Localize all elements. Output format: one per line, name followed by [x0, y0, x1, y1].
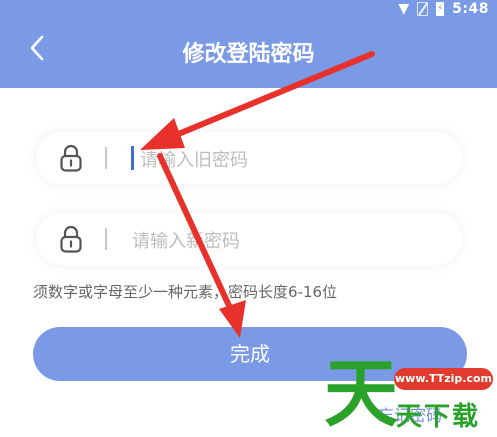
- text-cursor: [131, 146, 134, 170]
- page-title: 修改登陆密码: [182, 42, 315, 67]
- watermark-logo: 天 www.TTzip.com 天下载: [320, 352, 497, 436]
- new-password-placeholder: 请输入新密码: [132, 231, 240, 252]
- old-password-field[interactable]: 请输入旧密码: [36, 132, 462, 184]
- status-time: 5:48: [452, 1, 489, 17]
- no-sim-icon: [417, 2, 429, 16]
- status-bar: ▼ ⚡ 5:48: [398, 0, 489, 18]
- old-password-placeholder: 请输入旧密码: [140, 150, 248, 171]
- field-divider: [105, 147, 107, 169]
- lock-icon: [60, 225, 82, 253]
- watermark-text: 天下载: [396, 402, 481, 432]
- wifi-icon: ▼: [398, 1, 410, 17]
- lock-icon: [60, 144, 82, 172]
- password-hint: 须数字或字母至少一种元素，密码长度6-16位: [33, 283, 338, 301]
- watermark-glyph: 天: [324, 351, 398, 437]
- battery-charging-icon: ⚡: [436, 2, 445, 16]
- field-divider: [105, 228, 107, 250]
- app-header: ▼ ⚡ 5:48 修改登陆密码: [0, 0, 497, 88]
- watermark-url: www.TTzip.com: [394, 368, 493, 390]
- new-password-field[interactable]: 请输入新密码: [36, 213, 462, 265]
